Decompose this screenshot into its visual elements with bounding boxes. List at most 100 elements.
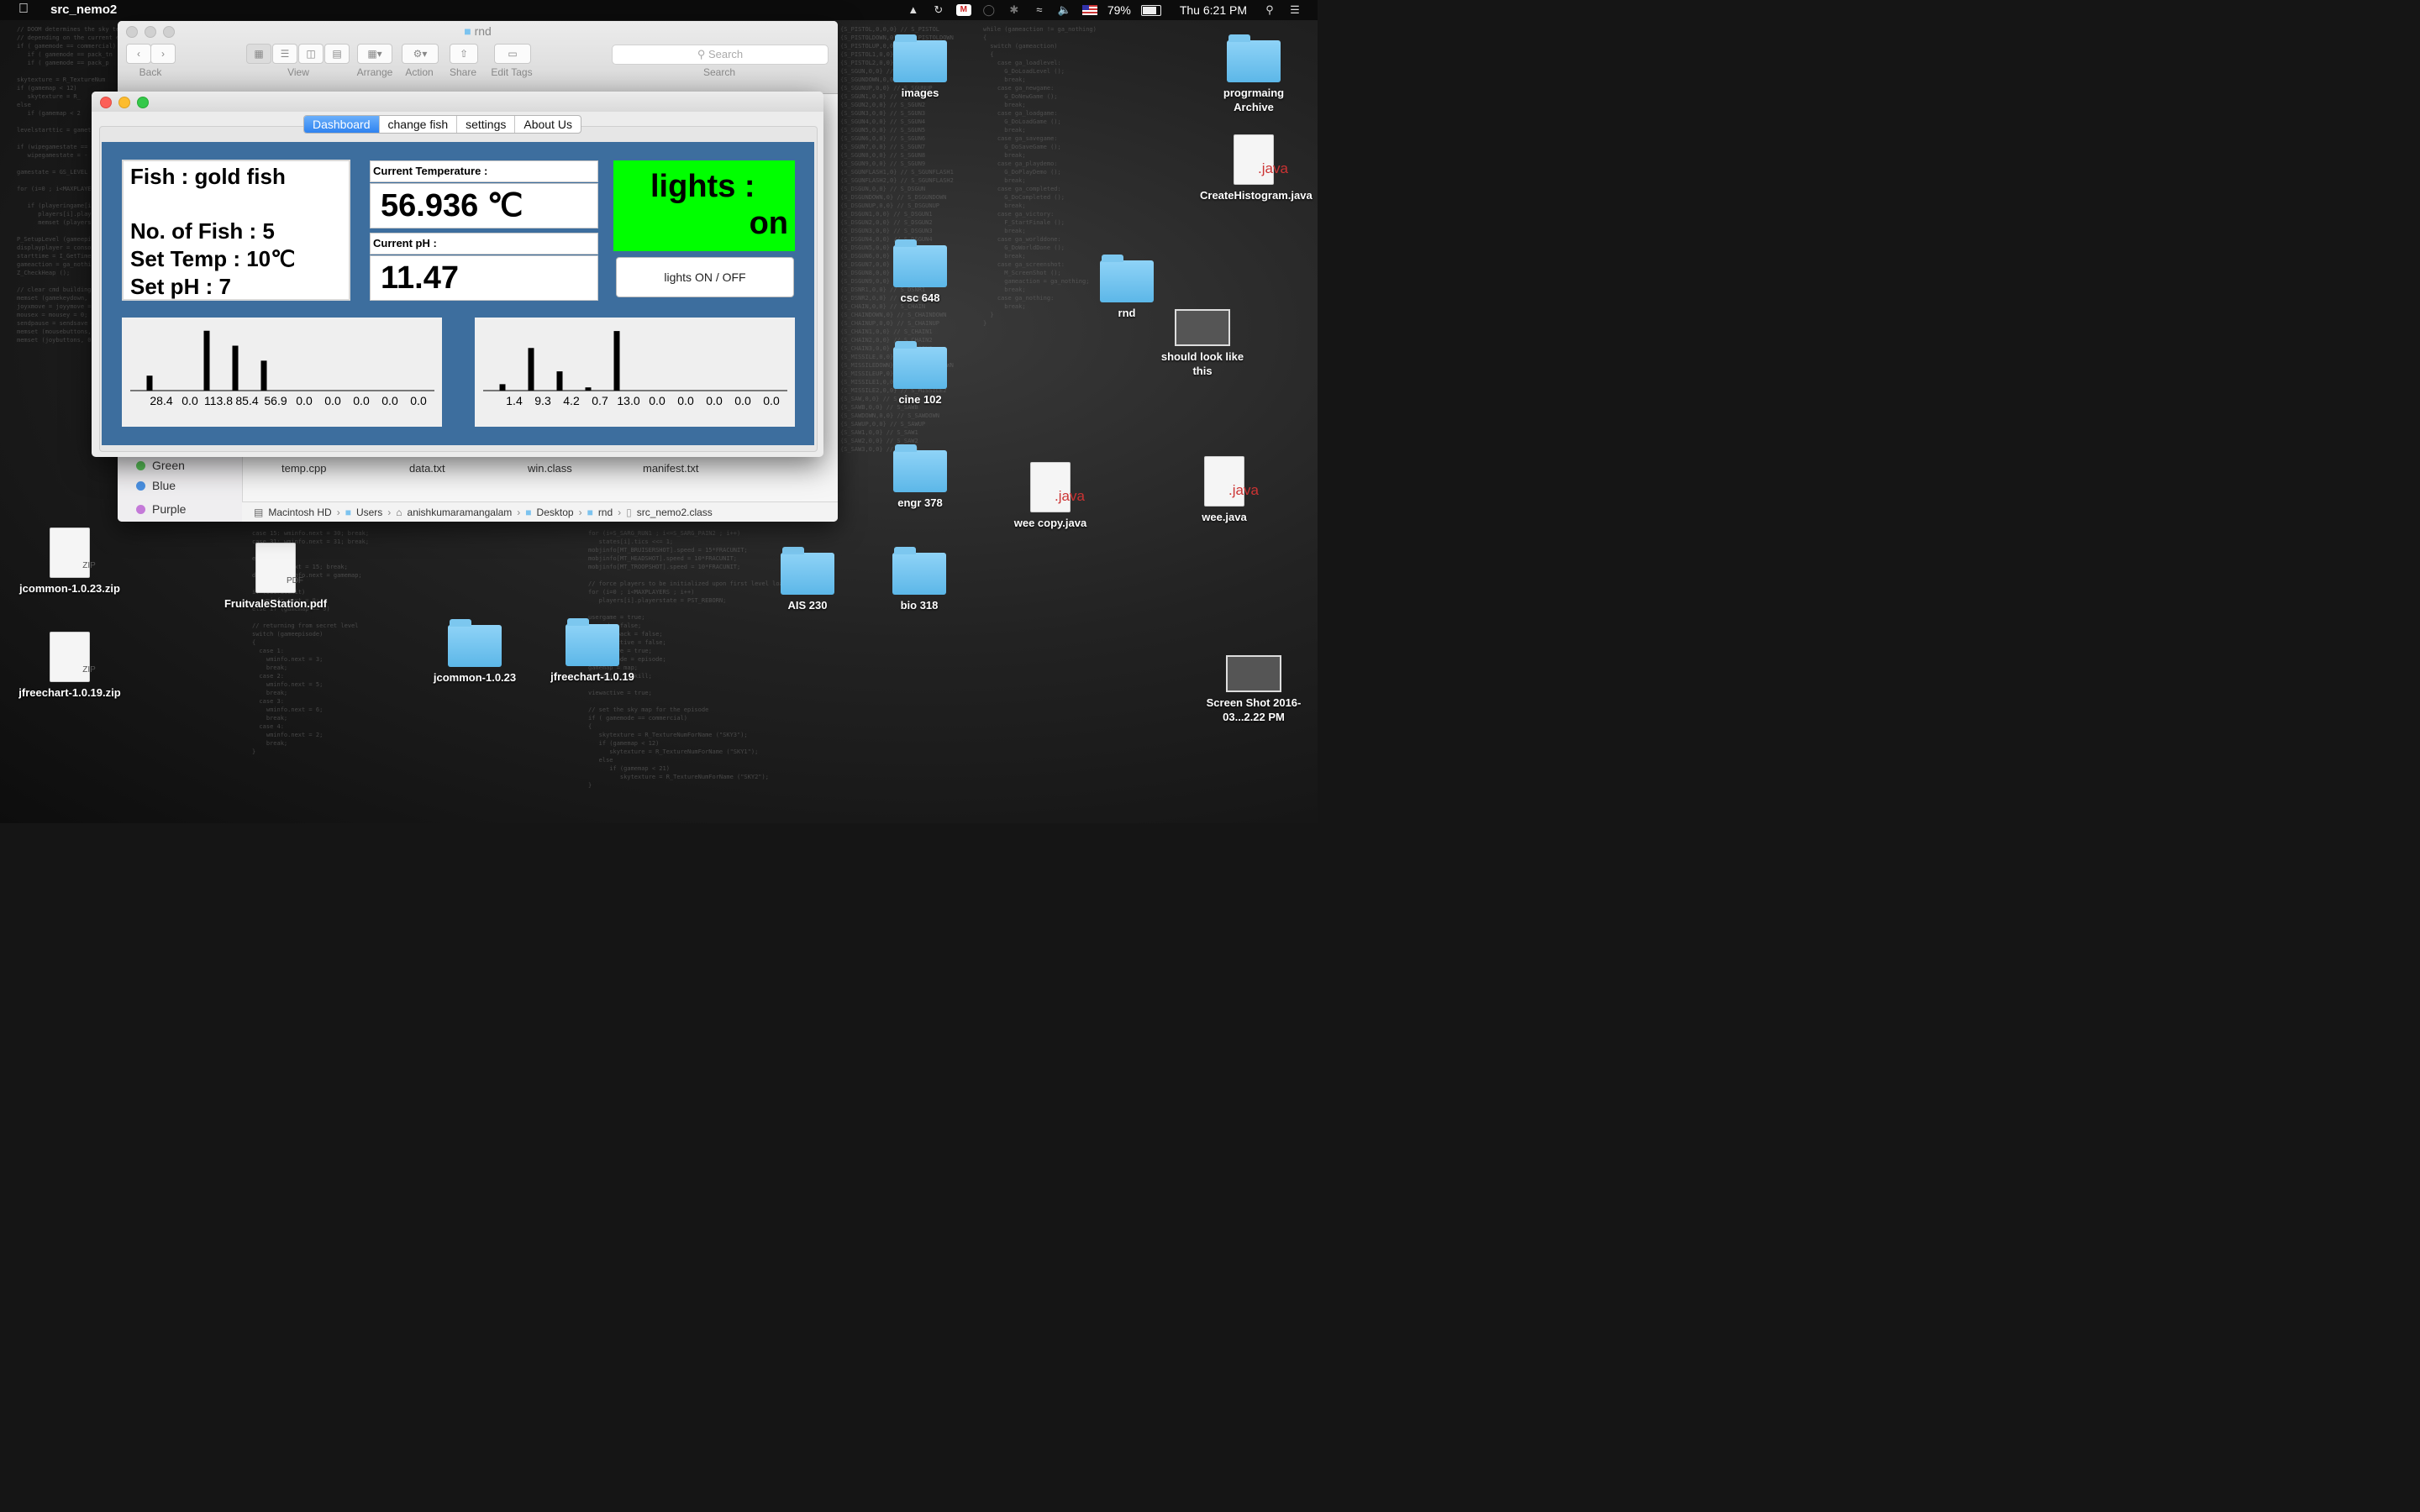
google-drive-icon[interactable]: ▲ [906,4,921,16]
path-item[interactable]: Macintosh HD [268,507,331,518]
action-button[interactable]: ⚙▾ [402,44,439,64]
path-item[interactable]: Desktop [537,507,574,518]
desktop-file-createhistogram[interactable]: .java CreateHistogram.java [1200,134,1313,202]
zip-file-icon: ZIP [50,632,96,682]
desktop-file-wee[interactable]: .java wee.java [1191,456,1259,524]
current-ph-label: Current pH : [370,233,598,255]
us-flag-icon[interactable] [1081,5,1097,15]
sync-icon[interactable]: ↻ [931,4,946,16]
clock[interactable]: Thu 6:21 PM [1180,3,1247,17]
sidebar-tag-blue[interactable]: Blue [136,479,176,492]
folder-icon: ■ [345,506,351,518]
back-button[interactable]: ‹ [126,44,151,64]
cover-flow-button[interactable]: ▤ [324,44,350,64]
bar [232,345,239,391]
minimize-icon[interactable] [118,97,130,108]
share-button[interactable]: ⇧ [450,44,478,64]
desktop-file-should-look-like-this[interactable]: should look like this [1153,309,1252,378]
volume-icon[interactable]: 🔈 [1057,4,1072,16]
action-label: Action [405,66,434,78]
tab-change-fish[interactable]: change fish [380,116,458,133]
arrange-label: Arrange [356,66,393,78]
wifi-icon[interactable]: ≈ [1032,4,1047,16]
desktop-folder-jcommon[interactable]: jcommon-1.0.23 [424,619,525,685]
column-view-button[interactable]: ◫ [298,44,324,64]
tab-dashboard[interactable]: Dashboard [304,116,380,133]
desktop-file-wee-copy[interactable]: .java wee copy.java [1008,462,1092,530]
desktop-folder-jfreechart[interactable]: jfreechart-1.0.19 [542,618,643,684]
file-item[interactable]: manifest.txt [643,462,698,475]
current-temp-value: 56.936 ℃ [370,183,598,228]
dashboard-panel: Fish : gold fish No. of Fish : 5 Set Tem… [102,142,814,445]
desktop-folder-bio318[interactable]: bio 318 [886,547,952,612]
lights-toggle-button[interactable]: lights ON / OFF [616,257,794,297]
desktop-folder-rnd[interactable]: rnd [1094,255,1160,320]
search-input[interactable]: ⚲ Search [612,45,829,65]
forward-button[interactable]: › [150,44,176,64]
desktop-file-jfreechart-zip[interactable]: ZIP jfreechart-1.0.19.zip [15,632,124,700]
apple-icon[interactable]:  [18,2,29,17]
desktop-folder-cine102[interactable]: cine 102 [886,341,954,407]
bluetooth-icon[interactable]: ✱ [1007,4,1022,16]
file-item[interactable]: data.txt [409,462,445,475]
sidebar-tag-green[interactable]: Green [136,459,185,472]
desktop-folder-engr378[interactable]: engr 378 [886,444,954,510]
finder-toolbar: ■ rnd ‹ › Back ▦ ☰ ◫ ▤ View ▦▾ Arrange ⚙… [118,21,838,94]
tag-dot-icon [136,504,145,514]
aquarium-app-window: Dashboard change fish settings About Us … [92,92,823,457]
path-item[interactable]: Users [356,507,382,518]
bar-label: 1.4 [506,394,523,407]
class-file-icon: ▯ [626,506,632,518]
path-item[interactable]: src_nemo2.class [637,507,713,518]
current-ph-value: 11.47 [370,255,598,301]
desktop-folder-progrmaing-archive[interactable]: progrmaing Archive [1203,34,1304,114]
sidebar-tag-purple[interactable]: Purple [136,502,186,516]
close-icon[interactable] [100,97,112,108]
java-file-icon: .java [1030,462,1085,512]
bar-label: 0.0 [706,394,723,407]
desktop-file-jcommon-zip[interactable]: ZIP jcommon-1.0.23.zip [15,528,124,596]
arrange-button[interactable]: ▦▾ [357,44,392,64]
file-item[interactable]: win.class [528,462,572,475]
pdf-file-icon: PDF [255,543,303,593]
fish-info-box: Fish : gold fish No. of Fish : 5 Set Tem… [122,160,350,301]
path-item[interactable]: anishkumaramangalam [408,507,513,518]
zoom-icon[interactable] [137,97,149,108]
path-item[interactable]: rnd [598,507,613,518]
folder-icon: ■ [587,506,593,518]
search-icon[interactable]: ⚲ [1262,4,1277,16]
tab-about-us[interactable]: About Us [515,116,581,133]
tab-bar: Dashboard change fish settings About Us [303,115,581,134]
folder-icon: ■ [525,506,532,518]
app-window-controls [100,97,149,108]
desktop-folder-images[interactable]: images [886,34,954,100]
mcafee-shield-icon[interactable]: M [955,4,971,16]
hard-drive-icon: ▤ [254,506,264,518]
messages-icon[interactable]: ◯ [981,4,997,16]
set-temp: Set Temp : 10℃ [130,246,296,271]
fish-count: No. of Fish : 5 [130,218,275,244]
temperature-chart-svg: 28.4 0.0 113.8 85.4 56.9 0.0 0.0 0.0 0.0 0.0 [130,330,434,407]
bar [146,375,153,391]
desktop-folder-ais230[interactable]: AIS 230 [775,547,840,612]
folder-icon [892,547,946,595]
icon-view-button[interactable]: ▦ [246,44,271,64]
bar-label: 0.0 [381,394,398,407]
bar [499,384,506,391]
search-label: Search [702,66,736,78]
app-name-menu[interactable]: src_nemo2 [50,3,117,17]
tag-dot-icon [136,460,145,470]
edit-tags-label: Edit Tags [491,66,533,78]
desktop-folder-csc648[interactable]: csc 648 [886,239,954,305]
list-icon[interactable]: ☰ [1287,4,1302,16]
desktop-file-screenshot[interactable]: Screen Shot 2016-03...2.22 PM [1200,655,1307,724]
desktop-file-fruitvale-pdf[interactable]: PDF FruitvaleStation.pdf [220,543,331,611]
list-view-button[interactable]: ☰ [272,44,297,64]
edit-tags-button[interactable]: ▭ [494,44,531,64]
tab-settings[interactable]: settings [457,116,516,133]
path-bar: ▤ Macintosh HD › ■ Users › ⌂ anishkumarama… [242,501,838,522]
screenshot-thumbnail-icon [1226,655,1281,692]
lights-status-box: lights : on [613,160,795,251]
file-item[interactable]: temp.cpp [281,462,326,475]
battery-icon[interactable] [1140,4,1161,16]
